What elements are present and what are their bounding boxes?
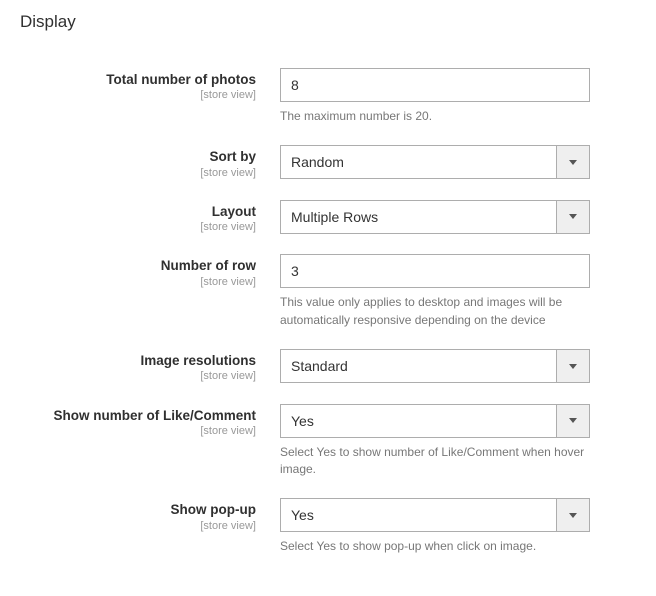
chevron-down-icon xyxy=(556,498,590,532)
field-col: Multiple Rows xyxy=(280,200,590,234)
label-show-like: Show number of Like/Comment xyxy=(20,408,256,424)
field-col: Yes Select Yes to show number of Like/Co… xyxy=(280,404,590,479)
select-resolutions[interactable]: Standard xyxy=(280,349,556,383)
label-col: Image resolutions [store view] xyxy=(20,349,280,383)
label-sort-by: Sort by xyxy=(20,149,256,165)
field-col: The maximum number is 20. xyxy=(280,68,590,125)
field-show-popup: Show pop-up [store view] Yes Select Yes … xyxy=(20,498,636,555)
field-col: Yes Select Yes to show pop-up when click… xyxy=(280,498,590,555)
field-show-like: Show number of Like/Comment [store view]… xyxy=(20,404,636,479)
label-col: Show pop-up [store view] xyxy=(20,498,280,532)
note-num-row: This value only applies to desktop and i… xyxy=(280,294,590,329)
select-show-like[interactable]: Yes xyxy=(280,404,556,438)
select-sort-by-wrap: Random xyxy=(280,145,590,179)
label-col: Layout [store view] xyxy=(20,200,280,234)
scope-show-like: [store view] xyxy=(20,424,256,438)
select-show-popup[interactable]: Yes xyxy=(280,498,556,532)
scope-layout: [store view] xyxy=(20,220,256,234)
chevron-down-icon xyxy=(556,145,590,179)
chevron-down-icon xyxy=(556,200,590,234)
input-num-row[interactable] xyxy=(280,254,590,288)
field-col: This value only applies to desktop and i… xyxy=(280,254,590,329)
note-show-like: Select Yes to show number of Like/Commen… xyxy=(280,444,590,479)
field-sort-by: Sort by [store view] Random xyxy=(20,145,636,179)
label-num-row: Number of row xyxy=(20,258,256,274)
scope-total-photos: [store view] xyxy=(20,88,256,102)
input-total-photos[interactable] xyxy=(280,68,590,102)
select-show-like-wrap: Yes xyxy=(280,404,590,438)
label-col: Sort by [store view] xyxy=(20,145,280,179)
label-layout: Layout xyxy=(20,204,256,220)
note-show-popup: Select Yes to show pop-up when click on … xyxy=(280,538,590,555)
scope-sort-by: [store view] xyxy=(20,166,256,180)
label-col: Show number of Like/Comment [store view] xyxy=(20,404,280,438)
section-title: Display xyxy=(20,12,636,32)
scope-show-popup: [store view] xyxy=(20,519,256,533)
select-layout[interactable]: Multiple Rows xyxy=(280,200,556,234)
select-show-popup-wrap: Yes xyxy=(280,498,590,532)
field-resolutions: Image resolutions [store view] Standard xyxy=(20,349,636,383)
label-total-photos: Total number of photos xyxy=(20,72,256,88)
field-layout: Layout [store view] Multiple Rows xyxy=(20,200,636,234)
field-num-row: Number of row [store view] This value on… xyxy=(20,254,636,329)
display-form: Total number of photos [store view] The … xyxy=(20,68,636,556)
field-col: Standard xyxy=(280,349,590,383)
label-col: Total number of photos [store view] xyxy=(20,68,280,102)
chevron-down-icon xyxy=(556,404,590,438)
field-col: Random xyxy=(280,145,590,179)
label-col: Number of row [store view] xyxy=(20,254,280,288)
label-resolutions: Image resolutions xyxy=(20,353,256,369)
select-sort-by[interactable]: Random xyxy=(280,145,556,179)
select-resolutions-wrap: Standard xyxy=(280,349,590,383)
select-layout-wrap: Multiple Rows xyxy=(280,200,590,234)
note-total-photos: The maximum number is 20. xyxy=(280,108,590,125)
chevron-down-icon xyxy=(556,349,590,383)
scope-num-row: [store view] xyxy=(20,275,256,289)
scope-resolutions: [store view] xyxy=(20,369,256,383)
field-total-photos: Total number of photos [store view] The … xyxy=(20,68,636,125)
label-show-popup: Show pop-up xyxy=(20,502,256,518)
